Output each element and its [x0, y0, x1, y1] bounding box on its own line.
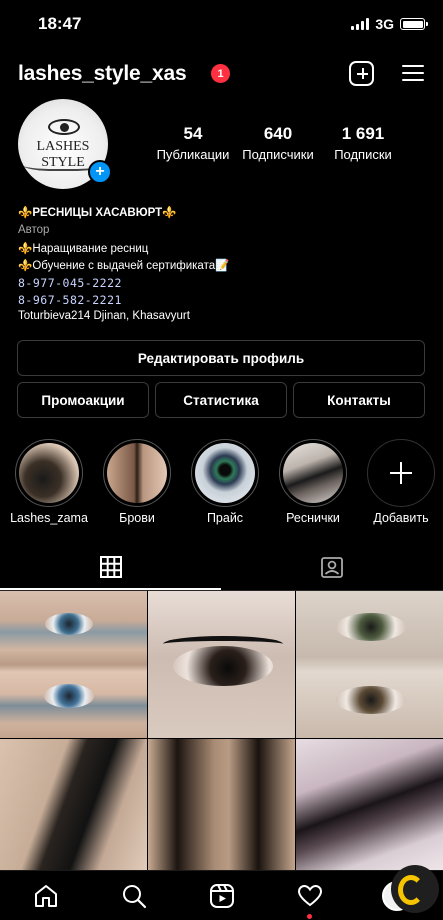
create-post-icon[interactable]: [349, 61, 374, 86]
profile-header: lashes_style_xas 1: [0, 58, 443, 94]
status-bar: 18:47 3G: [0, 0, 443, 46]
stat-followers-label: Подписчики: [242, 147, 314, 162]
highlight-lashes-zama[interactable]: Lashes_zama: [10, 439, 88, 525]
highlight-thumbnail: [195, 443, 255, 503]
bio-phone-1[interactable]: 8-977-045-2222: [18, 276, 122, 290]
plus-icon: [390, 462, 412, 484]
notification-badge[interactable]: 1: [211, 64, 230, 83]
post-thumbnail[interactable]: [148, 591, 295, 738]
statistics-button[interactable]: Статистика: [155, 382, 287, 418]
activity-indicator-dot: [307, 914, 312, 919]
highlight-thumbnail: [19, 443, 79, 503]
post-thumbnail[interactable]: [0, 591, 147, 738]
bio-name: ⚜️РЕСНИЦЫ ХАСАВЮРТ⚜️: [18, 207, 177, 219]
add-highlight-button[interactable]: [367, 439, 435, 507]
network-label: 3G: [375, 16, 394, 32]
status-time: 18:47: [38, 14, 82, 33]
post-thumbnail[interactable]: [0, 739, 147, 871]
stat-posts-label: Публикации: [156, 147, 230, 162]
tagged-icon: [321, 557, 343, 578]
battery-icon: [400, 18, 428, 30]
activity-icon[interactable]: [297, 883, 323, 909]
tab-tagged[interactable]: [222, 548, 443, 588]
highlight-thumbnail: [283, 443, 343, 503]
menu-icon[interactable]: [402, 65, 424, 82]
highlight-thumbnail: [107, 443, 167, 503]
promotions-button[interactable]: Промоакции: [17, 382, 149, 418]
avatar-eye-logo: [48, 119, 80, 135]
home-icon[interactable]: [33, 883, 59, 909]
profile-tabs: [0, 548, 443, 591]
highlight-lashes[interactable]: Реснички: [279, 439, 347, 525]
add-story-button[interactable]: +: [88, 160, 112, 184]
bio-address[interactable]: Toturbieva214 Djinan, Khasavyurt: [18, 310, 190, 322]
post-thumbnail[interactable]: [296, 739, 443, 871]
highlight-brows[interactable]: Брови: [103, 439, 171, 525]
bio-line-training: ⚜️Обучение с выдачей сертификата📝: [18, 260, 230, 272]
contacts-button[interactable]: Контакты: [293, 382, 425, 418]
stat-posts[interactable]: 54 Публикации: [155, 124, 231, 162]
profile-username[interactable]: lashes_style_xas: [18, 62, 187, 86]
signal-icon: [351, 18, 370, 30]
edit-profile-button[interactable]: Редактировать профиль: [17, 340, 425, 376]
bio-line-lashes: ⚜️Наращивание ресниц: [18, 243, 149, 255]
tab-grid[interactable]: [0, 548, 221, 588]
bottom-navigation: [0, 865, 443, 920]
grid-icon: [100, 556, 122, 578]
highlight-label: Добавить: [373, 511, 429, 525]
stat-following-label: Подписки: [334, 147, 392, 162]
stat-followers-value: 640: [263, 124, 293, 143]
status-indicators: 3G: [351, 16, 428, 32]
stat-posts-value: 54: [183, 124, 203, 143]
assistant-bubble-icon[interactable]: [391, 865, 439, 913]
highlight-add[interactable]: Добавить: [367, 439, 435, 525]
stat-followers[interactable]: 640 Подписчики: [238, 124, 318, 162]
stat-following-value: 1 691: [341, 124, 385, 143]
stat-following[interactable]: 1 691 Подписки: [328, 124, 398, 162]
post-thumbnail[interactable]: [148, 739, 295, 871]
reels-icon[interactable]: [209, 883, 235, 909]
highlight-price[interactable]: Прайс: [191, 439, 259, 525]
bio-phone-2[interactable]: 8-967-582-2221: [18, 293, 122, 307]
bio-category: Автор: [18, 224, 50, 236]
search-icon[interactable]: [121, 883, 147, 909]
post-thumbnail[interactable]: [296, 591, 443, 738]
